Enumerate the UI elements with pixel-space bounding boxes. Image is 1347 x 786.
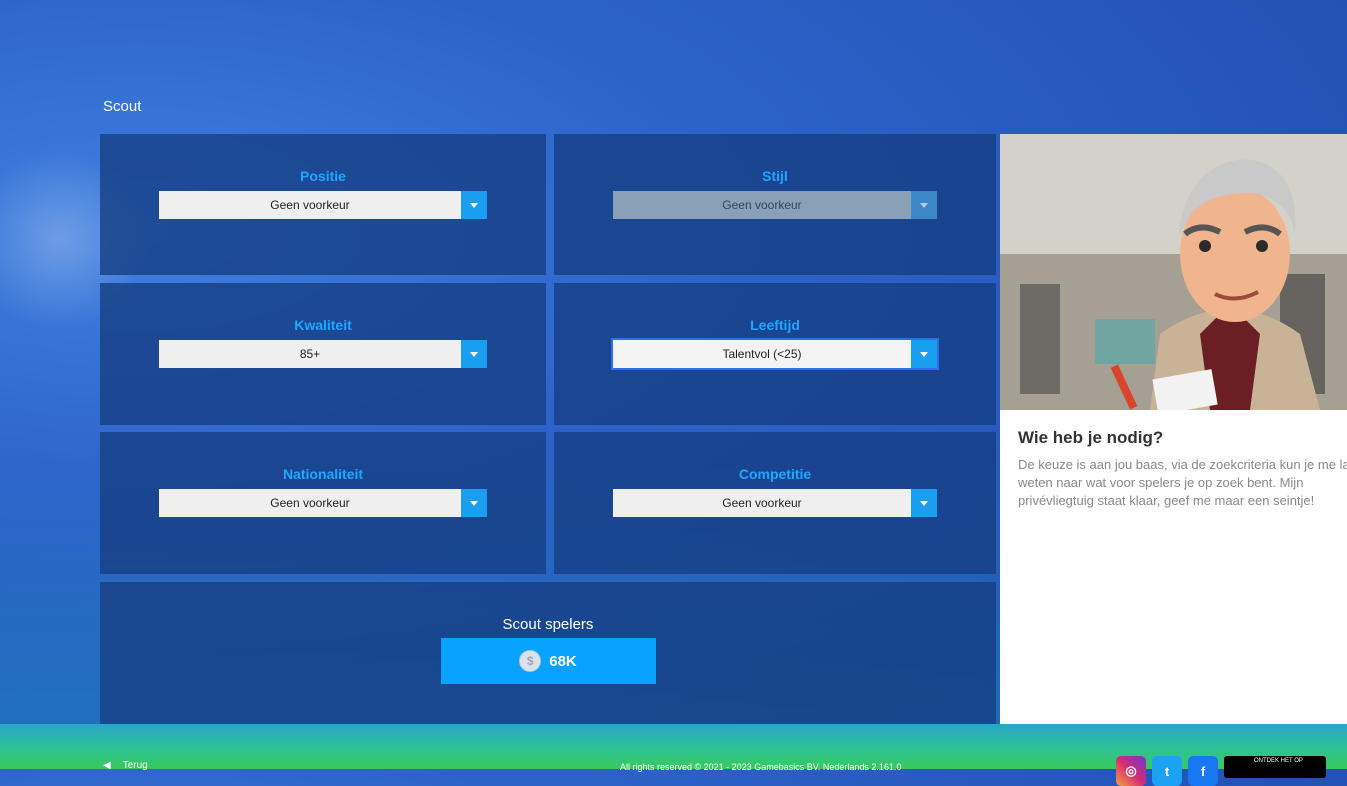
- nationaliteit-select[interactable]: Geen voorkeur: [159, 489, 487, 517]
- scout-character-image: [1000, 134, 1347, 410]
- side-description: De keuze is aan jou baas, via de zoekcri…: [1018, 457, 1347, 508]
- filter-kwaliteit-label: Kwaliteit: [294, 317, 352, 333]
- chevron-down-icon[interactable]: [911, 191, 937, 219]
- chevron-down-icon[interactable]: [911, 340, 937, 368]
- back-arrow-icon: ◀: [103, 760, 111, 771]
- back-link-label: Terug: [122, 760, 148, 771]
- side-title: Wie heb je nodig?: [1018, 428, 1164, 447]
- social-links: ◎ t f ONTDEK HET OP: [1116, 756, 1326, 786]
- scout-label: Scout spelers: [502, 616, 594, 633]
- filter-stijl-label: Stijl: [762, 168, 788, 184]
- filter-nationaliteit-label: Nationaliteit: [282, 466, 364, 482]
- facebook-icon[interactable]: f: [1188, 756, 1218, 786]
- filter-kwaliteit-panel: Kwaliteit 85+: [100, 283, 546, 425]
- stijl-select-value: Geen voorkeur: [722, 198, 802, 212]
- scout-cost: 68K: [549, 652, 577, 670]
- filter-competitie-label: Competitie: [738, 466, 812, 482]
- filter-stijl-panel: Stijl Geen voorkeur: [554, 134, 996, 275]
- back-link[interactable]: ◀ Terug: [103, 760, 148, 771]
- instagram-icon[interactable]: ◎: [1116, 756, 1146, 786]
- filter-positie-panel: Positie Geen voorkeur: [100, 134, 546, 275]
- scout-info-card: Wie heb je nodig? De keuze is aan jou ba…: [1000, 134, 1347, 724]
- positie-select[interactable]: Geen voorkeur: [159, 191, 487, 219]
- scout-panel: Scout spelers $ 68K: [100, 582, 996, 724]
- page-title: Scout: [103, 98, 142, 115]
- kwaliteit-select-value: 85+: [299, 347, 321, 361]
- competitie-select[interactable]: Geen voorkeur: [613, 489, 937, 517]
- chevron-down-icon[interactable]: [461, 489, 487, 517]
- scout-character-illustration: [1000, 134, 1347, 410]
- leeftijd-select-value: Talentvol (<25): [722, 347, 802, 361]
- filter-competitie-panel: Competitie Geen voorkeur: [554, 432, 996, 574]
- google-play-badge[interactable]: ONTDEK HET OP: [1224, 756, 1326, 778]
- stijl-select[interactable]: Geen voorkeur: [613, 191, 937, 219]
- twitter-icon[interactable]: t: [1152, 756, 1182, 786]
- leeftijd-select[interactable]: Talentvol (<25): [611, 338, 939, 370]
- chevron-down-icon[interactable]: [461, 340, 487, 368]
- scout-players-button[interactable]: $ 68K: [440, 638, 656, 684]
- chevron-down-icon[interactable]: [911, 489, 937, 517]
- store-badge-label: ONTDEK HET OP: [1254, 758, 1303, 764]
- chevron-down-icon[interactable]: [461, 191, 487, 219]
- filter-leeftijd-panel: Leeftijd Talentvol (<25): [554, 283, 996, 425]
- coin-icon: $: [519, 650, 542, 672]
- positie-select-value: Geen voorkeur: [270, 198, 350, 212]
- nationaliteit-select-value: Geen voorkeur: [270, 496, 350, 510]
- filter-positie-label: Positie: [300, 168, 346, 184]
- footer-copyright: All rights reserved © 2021 - 2023 Gameba…: [620, 762, 902, 772]
- competitie-select-value: Geen voorkeur: [722, 496, 802, 510]
- filter-nationaliteit-panel: Nationaliteit Geen voorkeur: [100, 432, 546, 574]
- filter-leeftijd-label: Leeftijd: [750, 317, 800, 333]
- kwaliteit-select[interactable]: 85+: [159, 340, 487, 368]
